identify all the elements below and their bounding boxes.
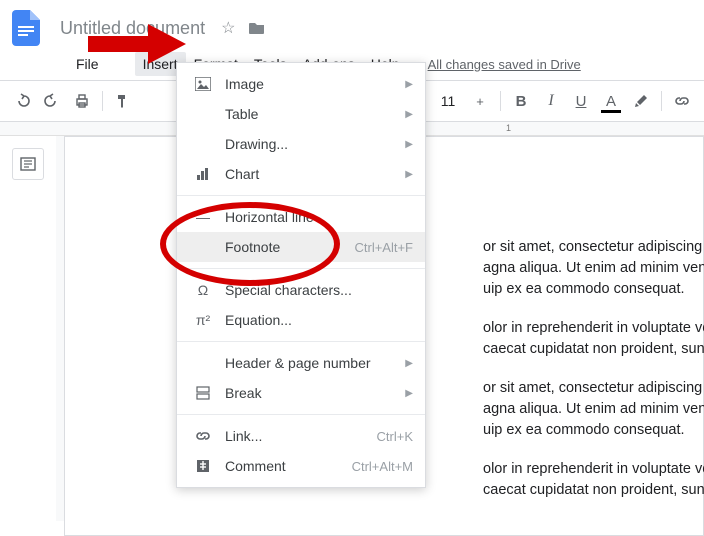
toolbar-separator <box>102 91 103 111</box>
dd-label: Drawing... <box>215 136 405 152</box>
toolbar-separator <box>500 91 501 111</box>
dd-label: Horizontal line <box>215 209 413 225</box>
dd-break[interactable]: Break ▶ <box>177 378 425 408</box>
italic-button[interactable]: I <box>537 87 565 115</box>
chart-icon <box>191 167 215 181</box>
dd-label: Break <box>215 385 405 401</box>
dd-label: Table <box>215 106 405 122</box>
text-color-button[interactable]: A <box>597 87 625 115</box>
paint-format-button[interactable] <box>109 87 137 115</box>
dd-horizontal-line[interactable]: — Horizontal line <box>177 202 425 232</box>
redo-button[interactable] <box>38 87 66 115</box>
insert-link-button[interactable] <box>668 87 696 115</box>
hr-icon: — <box>191 209 215 225</box>
dd-label: Header & page number <box>215 355 405 371</box>
dd-special-characters[interactable]: Ω Special characters... <box>177 275 425 305</box>
link-icon <box>191 431 215 441</box>
comment-icon <box>191 459 215 473</box>
underline-button[interactable]: U <box>567 87 595 115</box>
dd-label: Special characters... <box>215 282 413 298</box>
docs-logo-icon[interactable] <box>8 8 44 48</box>
dd-chart[interactable]: Chart ▶ <box>177 159 425 189</box>
dd-label: Image <box>215 76 405 92</box>
submenu-arrow-icon: ▶ <box>405 139 413 150</box>
dd-label: Chart <box>215 166 405 182</box>
insert-dropdown: Image ▶ Table ▶ Drawing... ▶ Chart ▶ — H… <box>176 62 426 488</box>
font-size-increase[interactable]: + <box>466 87 494 115</box>
dd-label: Link... <box>215 428 377 444</box>
dd-separator <box>177 414 425 415</box>
break-icon <box>191 386 215 400</box>
dd-equation[interactable]: π² Equation... <box>177 305 425 335</box>
annotation-arrow <box>88 22 188 66</box>
dd-shortcut: Ctrl+Alt+F <box>354 240 413 255</box>
dd-link[interactable]: Link... Ctrl+K <box>177 421 425 451</box>
dd-separator <box>177 341 425 342</box>
side-panel <box>0 136 56 521</box>
star-icon[interactable]: ☆ <box>221 18 235 38</box>
submenu-arrow-icon: ▶ <box>405 358 413 369</box>
font-size-input[interactable]: 11 <box>432 93 464 109</box>
ruler-mark: 1 <box>506 123 511 133</box>
dd-label: Equation... <box>215 312 413 328</box>
toolbar-separator <box>661 91 662 111</box>
dd-image[interactable]: Image ▶ <box>177 69 425 99</box>
dd-separator <box>177 268 425 269</box>
dd-drawing[interactable]: Drawing... ▶ <box>177 129 425 159</box>
undo-button[interactable] <box>8 87 36 115</box>
save-status[interactable]: All changes saved in Drive <box>428 57 581 72</box>
submenu-arrow-icon: ▶ <box>405 169 413 180</box>
omega-icon: Ω <box>191 282 215 298</box>
print-button[interactable] <box>68 87 96 115</box>
dd-label: Comment <box>215 458 352 474</box>
document-body[interactable]: or sit amet, consectetur adipiscing elit… <box>483 237 704 519</box>
dd-shortcut: Ctrl+Alt+M <box>352 459 413 474</box>
dd-header-page-number[interactable]: Header & page number ▶ <box>177 348 425 378</box>
bold-button[interactable]: B <box>507 87 535 115</box>
dd-footnote[interactable]: Footnote Ctrl+Alt+F <box>177 232 425 262</box>
submenu-arrow-icon: ▶ <box>405 388 413 399</box>
submenu-arrow-icon: ▶ <box>405 79 413 90</box>
dd-table[interactable]: Table ▶ <box>177 99 425 129</box>
submenu-arrow-icon: ▶ <box>405 109 413 120</box>
highlight-button[interactable] <box>627 87 655 115</box>
dd-shortcut: Ctrl+K <box>377 429 413 444</box>
dd-comment[interactable]: Comment Ctrl+Alt+M <box>177 451 425 481</box>
pi-icon: π² <box>191 312 215 328</box>
dd-label: Footnote <box>215 239 354 255</box>
outline-button[interactable] <box>12 148 44 180</box>
folder-icon[interactable] <box>249 21 265 35</box>
image-icon <box>191 77 215 91</box>
dd-separator <box>177 195 425 196</box>
